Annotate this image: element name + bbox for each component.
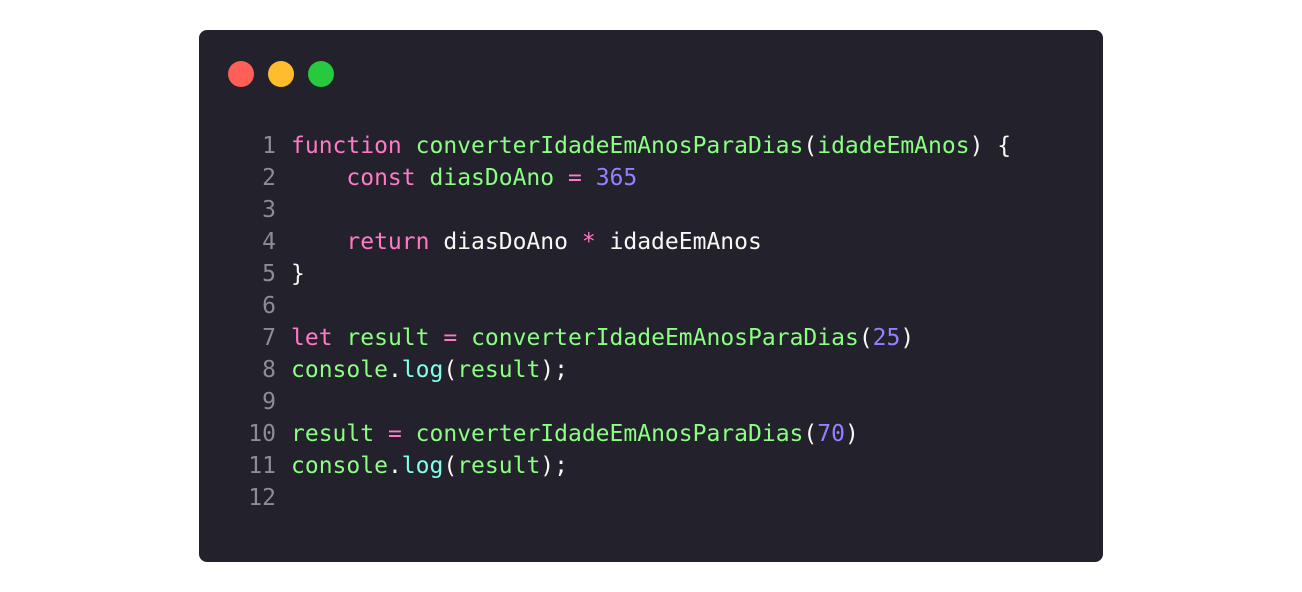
code-line: 1 function converterIdadeEmAnosParaDias(i… [199, 130, 1103, 162]
line-number: 3 [262, 197, 276, 223]
line-content: console.log(result); [291, 354, 568, 386]
line-content: let result = converterIdadeEmAnosParaDia… [291, 322, 914, 354]
close-button[interactable] [228, 61, 254, 87]
code-token: ( [858, 325, 873, 351]
code-token: 70 [817, 421, 845, 447]
line-number: 10 [248, 421, 276, 447]
code-line: 3 [199, 194, 1103, 226]
line-content: return diasDoAno * idadeEmAnos [291, 226, 762, 258]
code-token: log [401, 357, 444, 383]
line-number: 8 [262, 357, 276, 383]
code-token: let [291, 325, 333, 351]
line-content: console.log(result); [291, 450, 568, 482]
code-token: * [581, 229, 596, 255]
code-token: ) [844, 421, 859, 447]
code-window: 1 function converterIdadeEmAnosParaDias(i… [199, 30, 1103, 562]
code-token: return [346, 229, 430, 255]
code-token: ); [540, 357, 568, 383]
code-token: log [401, 453, 444, 479]
code-line: 6 [199, 290, 1103, 322]
code-token: . [387, 453, 402, 479]
code-token: converterIdadeEmAnosParaDias [415, 133, 804, 159]
line-number: 12 [248, 485, 276, 511]
maximize-button[interactable] [308, 61, 334, 87]
code-token: ( [443, 357, 458, 383]
code-token: diasDoAno [429, 165, 555, 191]
line-content: result = converterIdadeEmAnosParaDias(70… [291, 418, 859, 450]
line-number: 5 [262, 261, 276, 287]
code-token: result [346, 325, 430, 351]
code-line: 11 console.log(result); [199, 450, 1103, 482]
code-token: converterIdadeEmAnosParaDias [415, 421, 804, 447]
line-number: 6 [262, 293, 276, 319]
code-token: ) [900, 325, 915, 351]
code-token: = [567, 165, 582, 191]
code-token: function [291, 133, 402, 159]
code-token: = [387, 421, 402, 447]
line-content: const diasDoAno = 365 [291, 162, 637, 194]
line-number: 2 [262, 165, 276, 191]
code-token: idadeEmAnos [817, 133, 970, 159]
line-number: 9 [262, 389, 276, 415]
code-line: 4 return diasDoAno * idadeEmAnos [199, 226, 1103, 258]
code-token: 25 [872, 325, 901, 351]
minimize-button[interactable] [268, 61, 294, 87]
line-number: 4 [262, 229, 276, 255]
line-content: } [291, 258, 305, 290]
code-token: 365 [595, 165, 638, 191]
code-token: result [457, 357, 541, 383]
code-token: } [291, 261, 305, 287]
code-token: idadeEmAnos [595, 229, 762, 255]
code-token: ( [803, 133, 818, 159]
code-line: 2 const diasDoAno = 365 [199, 162, 1103, 194]
code-token: . [387, 357, 402, 383]
code-line: 9 [199, 386, 1103, 418]
code-token: result [291, 421, 375, 447]
code-token: diasDoAno [429, 229, 582, 255]
code-token: const [346, 165, 416, 191]
code-token: console [291, 453, 388, 479]
code-token: ( [803, 421, 818, 447]
code-token: ); [540, 453, 568, 479]
code-line: 5} [199, 258, 1103, 290]
line-content: function converterIdadeEmAnosParaDias(id… [291, 130, 1011, 162]
line-number: 7 [262, 325, 276, 351]
line-number: 1 [262, 133, 276, 159]
line-number: 11 [248, 453, 276, 479]
code-token: ) { [969, 133, 1012, 159]
code-line: 7 let result = converterIdadeEmAnosParaDi… [199, 322, 1103, 354]
code-token: result [457, 453, 541, 479]
code-block: 1 function converterIdadeEmAnosParaDias(i… [199, 130, 1103, 514]
code-line: 12 [199, 482, 1103, 514]
code-token: ( [443, 453, 458, 479]
code-token: converterIdadeEmAnosParaDias [471, 325, 859, 351]
code-line: 10 result = converterIdadeEmAnosParaDias(… [199, 418, 1103, 450]
code-line: 8 console.log(result); [199, 354, 1103, 386]
code-token: = [443, 325, 458, 351]
code-token: console [291, 357, 388, 383]
